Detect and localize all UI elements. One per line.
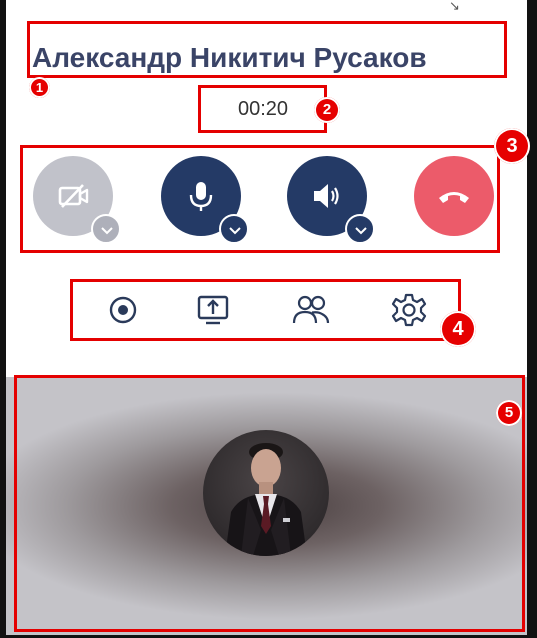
camera-off-icon: [58, 184, 89, 208]
camera-options-button[interactable]: [91, 214, 121, 244]
record-button[interactable]: [103, 290, 143, 330]
chevron-down-icon: [355, 227, 367, 235]
video-area: [6, 377, 527, 635]
resize-corner-icon[interactable]: ↘: [449, 0, 461, 12]
annotation-badge-2: 2: [314, 97, 340, 123]
participant-photo: [225, 443, 307, 556]
annotation-badge-1: 1: [29, 77, 50, 98]
camera-toggle-button[interactable]: [33, 156, 121, 244]
annotation-badge-4: 4: [440, 311, 476, 347]
microphone-button[interactable]: [161, 156, 249, 244]
hang-up-button[interactable]: [414, 156, 494, 236]
gear-icon: [391, 293, 427, 327]
chevron-down-icon: [229, 227, 241, 235]
screen-share-button[interactable]: [193, 290, 233, 330]
record-icon: [109, 296, 137, 324]
participants-button[interactable]: [291, 290, 331, 330]
chevron-down-icon: [101, 227, 113, 235]
speaker-button[interactable]: [287, 156, 375, 244]
speaker-options-button[interactable]: [345, 214, 375, 244]
speaker-icon: [314, 184, 339, 208]
participants-icon: [292, 295, 330, 324]
phone-hangup-icon: [439, 192, 469, 203]
settings-button[interactable]: [389, 290, 429, 330]
participant-avatar: [203, 430, 329, 556]
microphone-options-button[interactable]: [219, 214, 249, 244]
screen-share-icon: [197, 295, 229, 325]
microphone-icon: [189, 182, 213, 211]
annotation-badge-3: 3: [494, 128, 530, 164]
call-tools: [70, 279, 461, 341]
caller-name: Александр Никитич Русаков: [32, 42, 427, 73]
call-timer: 00:20: [237, 98, 289, 120]
annotation-badge-5: 5: [496, 400, 522, 426]
call-controls: [20, 145, 500, 253]
